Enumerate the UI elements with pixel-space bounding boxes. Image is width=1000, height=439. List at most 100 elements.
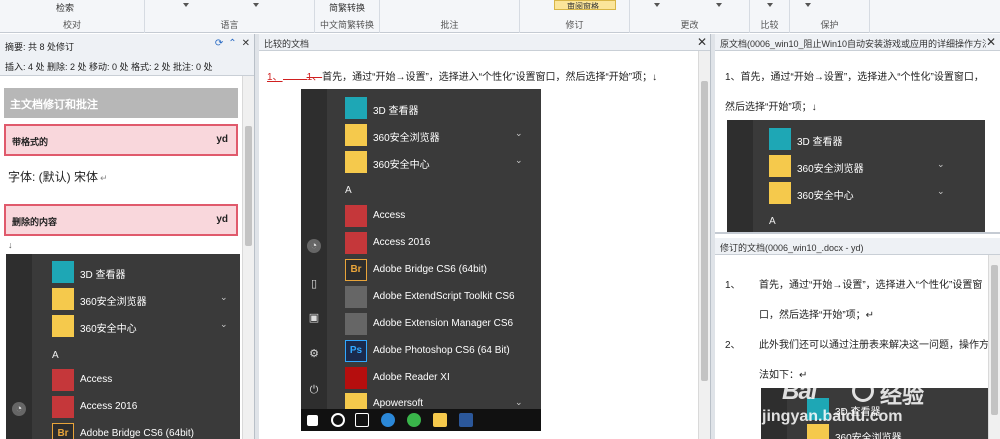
group-conversion: 简繁转换 中文简繁转换 — [315, 0, 380, 33]
menu-item-bridge: Br Adobe Bridge CS6 (64bit) — [52, 423, 232, 439]
picture-icon: ▣ — [308, 312, 320, 324]
menu-item-photoshop: Ps Adobe Photoshop CS6 (64 Bit) — [345, 340, 535, 362]
revised-number-1: 1、 — [725, 280, 741, 291]
pdf-icon — [345, 367, 367, 389]
menu-item-label: 360安全中心 — [373, 160, 430, 171]
start-menu-screenshot: ◔ ▯ ▣ ⚙ ⏻ 3D 查看器 360安全浏览器 ⌄ 360安全中心 ⌄ A … — [301, 89, 541, 431]
watermark-brand: Bai — [782, 378, 817, 405]
chevron-down-icon: ⌄ — [937, 159, 945, 169]
chevron-down-icon[interactable] — [654, 3, 660, 7]
line-break-mark: ↓ — [8, 240, 13, 250]
conversion-button[interactable]: 简繁转换 — [315, 1, 379, 14]
access-icon — [345, 232, 367, 254]
refresh-icon[interactable]: ⟳ — [215, 38, 223, 49]
compared-document-title: 比较的文档 — [264, 39, 310, 49]
menu-item-label: 3D 查看器 — [373, 106, 419, 117]
revision-deleted[interactable]: 删除的内容 yd — [4, 204, 238, 236]
menu-item-360-browser: 360安全浏览器 ⌄ — [769, 155, 979, 177]
gear-icon: ⚙ — [309, 348, 319, 360]
compared-document-scrollbar[interactable] — [698, 51, 710, 439]
folder-icon — [52, 288, 74, 310]
menu-item-access-2016: Access 2016 — [345, 232, 535, 254]
start-rail — [727, 120, 753, 232]
group-language-label: 语言 — [220, 20, 239, 30]
deleted-text: 1、 — [306, 72, 323, 83]
revision-author: yd — [216, 214, 228, 225]
menu-item-label: Apowersoft — [373, 398, 424, 409]
compared-paragraph-1: 1、 1、首先，通过“开始→设置”，选择进入“个性化”设置窗口，然后选择“开始”项… — [267, 68, 657, 83]
group-proofing-label: 校对 — [62, 20, 81, 30]
chevron-down-icon[interactable] — [805, 3, 811, 7]
ribbon: 检索 校对 语言 简繁转换 中文简繁转换 批注 修订 审阅窗格 更改 比较 保护 — [0, 0, 1000, 33]
reviewing-pane: 摘要: 共 8 处修订 插入: 4 处 删除: 2 处 移动: 0 处 格式: … — [0, 34, 255, 439]
revised-document-header: 修订的文档(0006_win10_.docx - yd) — [715, 238, 1000, 255]
chevron-down-icon[interactable] — [183, 3, 189, 7]
compared-document-header: 比较的文档 ✕ — [259, 34, 710, 51]
start-menu-screenshot: 3D 查看器 360安全浏览器 ⌄ 360安全中心 ⌄ A — [727, 120, 985, 232]
script-icon — [345, 286, 367, 308]
menu-item-label: 360安全浏览器 — [797, 164, 864, 175]
power-icon: ⏻ — [309, 384, 319, 396]
menu-item-3d-viewer: 3D 查看器 — [769, 128, 979, 150]
chevron-down-icon[interactable] — [767, 3, 773, 7]
group-conversion-label: 中文简繁转换 — [319, 20, 374, 30]
wechat-icon — [407, 413, 421, 427]
chevron-down-icon: ⌄ — [515, 397, 523, 407]
letter-heading: A — [345, 185, 352, 196]
folder-icon — [769, 155, 791, 177]
group-compare: 比较 — [750, 0, 790, 33]
menu-item-access: Access — [345, 205, 535, 227]
chevron-down-icon[interactable] — [716, 3, 722, 7]
user-icon: ◔ — [307, 239, 321, 253]
menu-item-360-center: 360安全中心 ⌄ — [52, 315, 232, 337]
group-comments: 批注 — [380, 0, 520, 33]
group-language: 语言 — [145, 0, 315, 33]
menu-item-bridge: Br Adobe Bridge CS6 (64bit) — [345, 259, 535, 281]
file-explorer-icon — [433, 413, 447, 427]
menu-item-access-2016: Access 2016 — [52, 396, 232, 418]
group-tracking-label: 修订 — [565, 20, 584, 30]
group-compare-label: 比较 — [760, 20, 779, 30]
revised-line-2a: 此外我们还可以通过注册表来解决这一问题，操作方 — [759, 340, 989, 351]
original-document-pane: 原文档(0006_win10_阻止Win10自动安装游戏或应用的详细操作方法 ✕… — [715, 34, 1000, 234]
taskbar — [301, 409, 541, 431]
chevron-down-icon: ⌄ — [515, 128, 523, 138]
close-icon[interactable]: ✕ — [985, 35, 996, 49]
close-icon[interactable]: ✕ — [697, 35, 707, 49]
group-comments-label: 批注 — [440, 20, 459, 30]
menu-item-label: Access 2016 — [373, 237, 431, 248]
scroll-thumb[interactable] — [245, 126, 252, 246]
watermark-cn: 经验 — [880, 383, 925, 408]
menu-item-label: Adobe ExtendScript Toolkit CS6 — [373, 291, 515, 302]
scroll-thumb[interactable] — [701, 81, 708, 381]
folder-icon — [769, 182, 791, 204]
start-rail: ◔ — [6, 254, 32, 439]
menu-item-360-center: 360安全中心 ⌄ — [769, 182, 979, 204]
font-detail-text: 字体: (默认) 宋体 — [8, 170, 98, 184]
reviewing-pane-scrollbar[interactable] — [242, 76, 254, 439]
revision-formatted[interactable]: 带格式的 yd — [4, 124, 238, 156]
chevron-down-icon[interactable] — [253, 3, 259, 7]
group-changes: 更改 — [630, 0, 750, 33]
menu-item-extendscript: Adobe ExtendScript Toolkit CS6 — [345, 286, 535, 308]
bridge-icon: Br — [52, 423, 74, 439]
close-icon[interactable]: ✕ — [242, 38, 250, 49]
cube-icon — [769, 128, 791, 150]
insertion-marker — [282, 79, 307, 80]
inserted-text: 1、 — [267, 72, 283, 83]
group-protect-label: 保护 — [820, 20, 839, 30]
menu-item-label: Access 2016 — [80, 401, 138, 412]
review-pane-button[interactable]: 审阅窗格 — [554, 0, 616, 10]
paragraph-mark: ↵ — [100, 173, 108, 183]
letter-heading: A — [52, 350, 59, 361]
menu-item-extension-manager: Adobe Extension Manager CS6 — [345, 313, 535, 335]
revision-type: 删除的内容 — [12, 217, 58, 227]
chevron-up-icon[interactable]: ⌃ — [228, 38, 236, 49]
search-label[interactable]: 检索 — [0, 1, 130, 14]
folder-icon — [345, 151, 367, 173]
revised-line-1b: 口，然后选择“开始”项；↵ — [759, 310, 875, 321]
puzzle-icon — [345, 313, 367, 335]
start-rail: ◔ ▯ ▣ ⚙ ⏻ — [301, 89, 327, 431]
menu-item-360-browser: 360安全浏览器 ⌄ — [345, 124, 535, 146]
paragraph-text: 首先，通过“开始→设置”，选择进入“个性化”设置窗口，然后选择“开始”项；↓ — [322, 72, 658, 83]
